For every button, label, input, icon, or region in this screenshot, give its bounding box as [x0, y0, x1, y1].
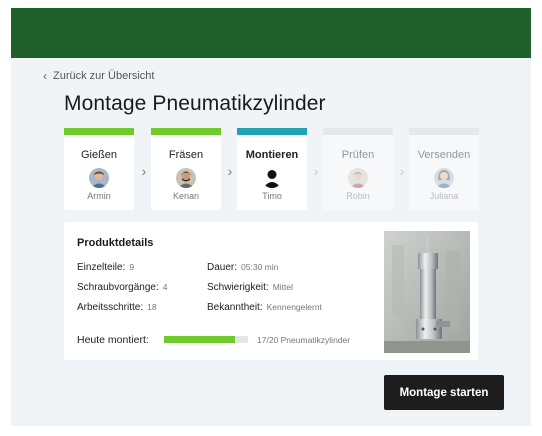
step-label: Fräsen: [168, 149, 204, 161]
progress-label: Heute montiert:: [77, 334, 149, 346]
detail-bekanntheit: Bekanntheit: Kennengelernt: [207, 302, 322, 313]
step-status-bar: [409, 128, 479, 135]
app-frame: ‹ Zurück zur Übersicht Montage Pneumatik…: [11, 8, 531, 426]
product-details-card: Produktdetails Einzelteile: 9 Schraubvorg…: [64, 222, 478, 360]
step-fraesen[interactable]: Fräsen Kenan: [151, 128, 221, 210]
progress-bar: [164, 336, 248, 343]
chevron-right-icon: ›: [399, 163, 405, 179]
avatar-robin: [348, 168, 368, 188]
step-label: Versenden: [417, 149, 471, 161]
detail-value: 9: [129, 262, 135, 272]
detail-key: Schwierigkeit:: [207, 282, 269, 293]
start-assembly-button[interactable]: Montage starten: [384, 375, 504, 410]
chevron-right-icon: ›: [313, 163, 319, 179]
app-header: [11, 8, 531, 58]
page-title: Montage Pneumatikzylinder: [64, 92, 326, 115]
step-status-bar: [323, 128, 393, 135]
step-label: Prüfen: [341, 149, 375, 161]
step-status-bar: [151, 128, 221, 135]
step-status-bar: [237, 128, 307, 135]
step-montieren[interactable]: Montieren Timo: [237, 128, 307, 210]
chevron-left-icon: ‹: [43, 69, 47, 83]
progress-text: 17/20 Pneumatikzylinder: [257, 335, 351, 345]
detail-key: Dauer:: [207, 262, 238, 273]
step-label: Gießen: [80, 149, 118, 161]
step-person: Juliana: [429, 191, 459, 201]
step-giessen[interactable]: Gießen Armin: [64, 128, 134, 210]
detail-value: Mittel: [272, 282, 294, 292]
progress-fill: [164, 336, 236, 343]
detail-key: Schraubvorgänge:: [77, 282, 159, 293]
step-versenden[interactable]: Versenden Juliana: [409, 128, 479, 210]
step-person: Timo: [262, 191, 282, 201]
process-steps: Gießen Armin › Fräsen Kenan › Montieren …: [64, 128, 484, 210]
avatar-armin: [89, 168, 109, 188]
detail-schwierigkeit: Schwierigkeit: Mittel: [207, 282, 293, 293]
chevron-right-icon: ›: [227, 163, 233, 179]
detail-key: Bekanntheit:: [207, 302, 263, 313]
detail-value: Kennengelernt: [266, 302, 322, 312]
back-link[interactable]: ‹ Zurück zur Übersicht: [43, 70, 154, 82]
step-label: Montieren: [245, 149, 299, 161]
avatar-kenan: [176, 168, 196, 188]
user-silhouette-icon: [262, 168, 282, 188]
detail-value: 05:30 min: [241, 262, 279, 272]
detail-value: 4: [162, 282, 168, 292]
product-details-heading: Produktdetails: [77, 237, 154, 249]
step-pruefen[interactable]: Prüfen Robin: [323, 128, 393, 210]
detail-schraubvorgaenge: Schraubvorgänge: 4: [77, 282, 167, 293]
step-person: Robin: [346, 191, 370, 201]
detail-value: 18: [147, 302, 157, 312]
detail-key: Einzelteile:: [77, 262, 126, 273]
chevron-right-icon: ›: [141, 163, 147, 179]
product-photo: [384, 231, 470, 353]
step-person: Armin: [87, 191, 111, 201]
detail-dauer: Dauer: 05:30 min: [207, 262, 278, 273]
detail-arbeitsschritte: Arbeitsschritte: 18: [77, 302, 157, 313]
step-status-bar: [64, 128, 134, 135]
detail-einzelteile: Einzelteile: 9: [77, 262, 134, 273]
detail-key: Arbeitsschritte:: [77, 302, 144, 313]
avatar-juliana: [434, 168, 454, 188]
step-person: Kenan: [172, 191, 200, 201]
back-link-label: Zurück zur Übersicht: [53, 70, 155, 82]
